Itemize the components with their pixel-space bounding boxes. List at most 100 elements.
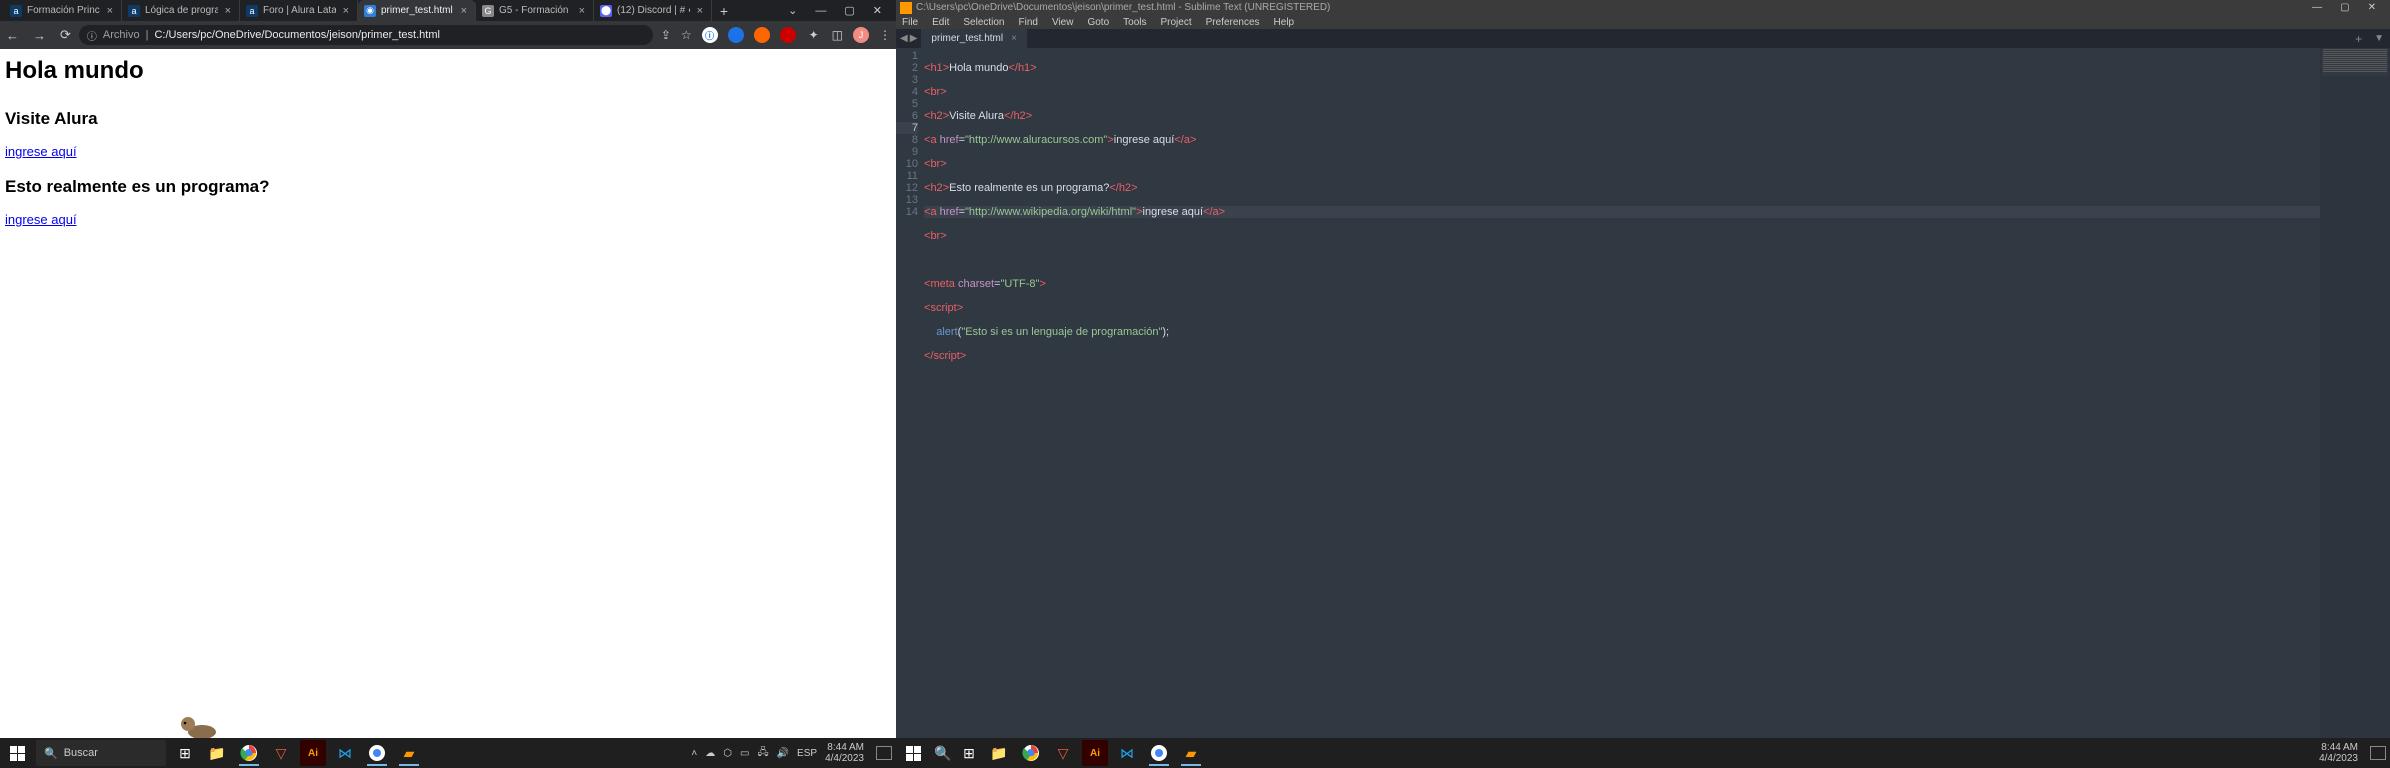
next-tab-icon[interactable]: ▶ <box>910 33 918 44</box>
browser-tab-4[interactable]: G G5 - Formación Princi × <box>476 0 594 21</box>
battery-icon[interactable]: ▭ <box>740 748 749 759</box>
menu-view[interactable]: View <box>1052 17 1074 28</box>
chrome-icon[interactable] <box>236 740 262 766</box>
clock[interactable]: 8:44 AM 4/4/2023 <box>2319 742 2358 764</box>
code-editor[interactable]: 123456 7891011121314 <h1>Hola mundo</h1>… <box>896 48 2390 752</box>
chrome-icon[interactable] <box>1018 740 1044 766</box>
volume-icon[interactable]: 🔊 <box>777 748 789 759</box>
favicon: a <box>128 5 140 17</box>
page-content: Hola mundo Visite Alura ingrese aquí Est… <box>0 49 896 768</box>
sublime-icon[interactable]: ▰ <box>396 740 422 766</box>
chevron-down-icon[interactable]: ⌄ <box>788 4 797 17</box>
chrome-icon-2[interactable] <box>364 740 390 766</box>
tab-title: Lógica de programaci <box>145 5 218 16</box>
prev-tab-icon[interactable]: ◀ <box>900 33 908 44</box>
browser-tab-0[interactable]: a Formación Principiant × <box>4 0 122 21</box>
close-icon[interactable]: ✕ <box>873 4 882 17</box>
tab-dropdown-icon[interactable]: ▼ <box>2368 29 2390 48</box>
minimize-icon[interactable]: — <box>815 5 826 17</box>
menu-find[interactable]: Find <box>1019 17 1038 28</box>
browser-tab-1[interactable]: a Lógica de programaci × <box>122 0 240 21</box>
extension-icon[interactable] <box>780 27 796 43</box>
wifi-icon[interactable]: ⬡ <box>723 748 732 759</box>
language-indicator[interactable]: ESP <box>797 748 817 759</box>
menu-tools[interactable]: Tools <box>1123 17 1146 28</box>
forward-icon[interactable]: → <box>33 27 46 43</box>
brave-icon[interactable]: ▽ <box>268 740 294 766</box>
menu-preferences[interactable]: Preferences <box>1206 17 1260 28</box>
taskbar-search[interactable]: 🔍 Buscar <box>36 740 166 766</box>
close-icon[interactable]: × <box>105 5 115 17</box>
extension-icon[interactable] <box>754 27 770 43</box>
explorer-icon[interactable]: 📁 <box>204 740 230 766</box>
link-alura[interactable]: ingrese aquí <box>5 144 77 159</box>
extension-icon[interactable] <box>728 27 744 43</box>
extension-icon[interactable]: ⓘ <box>702 27 718 43</box>
start-button[interactable] <box>896 738 930 768</box>
share-icon[interactable]: ⇪ <box>661 28 671 42</box>
onedrive-icon[interactable]: ☁ <box>705 748 715 759</box>
chrome-titlebar: a Formación Principiant × a Lógica de pr… <box>0 0 896 21</box>
reload-icon[interactable]: ⟳ <box>60 27 71 43</box>
avatar-icon[interactable]: J <box>853 27 869 43</box>
menu-help[interactable]: Help <box>1274 17 1295 28</box>
maximize-icon[interactable]: ▢ <box>2340 2 2349 13</box>
network-icon[interactable]: 🖧 <box>757 745 768 762</box>
menu-edit[interactable]: Edit <box>932 17 949 28</box>
menu-goto[interactable]: Goto <box>1087 17 1109 28</box>
extensions-icon[interactable]: ✦ <box>806 27 822 43</box>
browser-tab-3-active[interactable]: ◉ primer_test.html × <box>358 0 476 21</box>
menu-project[interactable]: Project <box>1161 17 1192 28</box>
sublime-icon[interactable]: ▰ <box>1178 740 1204 766</box>
task-view-icon[interactable]: ⊞ <box>172 740 198 766</box>
illustrator-icon[interactable]: Ai <box>1082 740 1108 766</box>
close-icon[interactable]: × <box>341 5 351 17</box>
editor-tab-active[interactable]: primer_test.html × <box>921 29 1027 48</box>
pinned-apps: ⊞ 📁 ▽ Ai ⋈ ▰ <box>172 740 422 766</box>
system-tray: ˄ ☁ ⬡ ▭ 🖧 🔊 ESP 8:44 AM 4/4/2023 <box>691 742 896 764</box>
task-view-icon[interactable]: ⊞ <box>956 740 982 766</box>
maximize-icon[interactable]: ▢ <box>844 4 854 17</box>
explorer-icon[interactable]: 📁 <box>986 740 1012 766</box>
close-icon[interactable]: × <box>223 5 233 17</box>
side-panel-icon[interactable]: ◫ <box>832 28 843 42</box>
vscode-icon[interactable]: ⋈ <box>1114 740 1140 766</box>
close-icon[interactable]: × <box>577 5 587 17</box>
browser-tab-5[interactable]: ⬤ (12) Discord | # ● |re × <box>594 0 712 21</box>
close-icon[interactable]: ✕ <box>2368 2 2376 13</box>
pinned-apps: 📁 ▽ Ai ⋈ ▰ <box>986 740 1204 766</box>
address-bar: ← → ⟳ ⓘ Archivo | C:/Users/pc/OneDrive/D… <box>0 21 896 49</box>
new-tab-button[interactable]: + <box>712 0 736 21</box>
nav-buttons: ← → ⟳ <box>6 27 71 43</box>
link-wikipedia[interactable]: ingrese aquí <box>5 212 77 227</box>
close-icon[interactable]: × <box>695 5 705 17</box>
start-button[interactable] <box>0 738 34 768</box>
sublime-window: C:\Users\pc\OneDrive\Documentos\jeison\p… <box>896 0 2390 768</box>
chrome-icon-2[interactable] <box>1146 740 1172 766</box>
notifications-icon[interactable] <box>2370 746 2386 760</box>
url-input[interactable]: ⓘ Archivo | C:/Users/pc/OneDrive/Documen… <box>79 25 653 45</box>
search-icon[interactable]: 🔍 <box>930 740 956 766</box>
tray-chevron-icon[interactable]: ˄ <box>691 748 697 759</box>
window-title: C:\Users\pc\OneDrive\Documentos\jeison\p… <box>916 2 2298 13</box>
bookmark-icon[interactable]: ☆ <box>681 28 692 42</box>
illustrator-icon[interactable]: Ai <box>300 740 326 766</box>
browser-tab-2[interactable]: a Foro | Alura Latam - G × <box>240 0 358 21</box>
vscode-icon[interactable]: ⋈ <box>332 740 358 766</box>
new-file-icon[interactable]: + <box>2349 29 2368 48</box>
close-icon[interactable]: × <box>459 5 469 17</box>
menu-selection[interactable]: Selection <box>963 17 1004 28</box>
close-icon[interactable]: × <box>1011 33 1017 44</box>
clock[interactable]: 8:44 AM 4/4/2023 <box>825 742 864 764</box>
brave-icon[interactable]: ▽ <box>1050 740 1076 766</box>
menu-file[interactable]: File <box>902 17 918 28</box>
back-icon[interactable]: ← <box>6 27 19 43</box>
menu-icon[interactable]: ⋮ <box>879 28 890 42</box>
search-placeholder: Buscar <box>64 747 98 759</box>
info-icon[interactable]: ⓘ <box>87 28 97 43</box>
taskbar-left: 🔍 Buscar ⊞ 📁 ▽ Ai ⋈ ▰ ˄ ☁ ⬡ ▭ 🖧 🔊 ESP 8:… <box>0 738 896 768</box>
notifications-icon[interactable] <box>876 746 892 760</box>
minimize-icon[interactable]: — <box>2312 2 2322 13</box>
code-area[interactable]: <h1>Hola mundo</h1> <br> <h2>Visite Alur… <box>924 48 2320 752</box>
minimap[interactable] <box>2320 48 2390 752</box>
